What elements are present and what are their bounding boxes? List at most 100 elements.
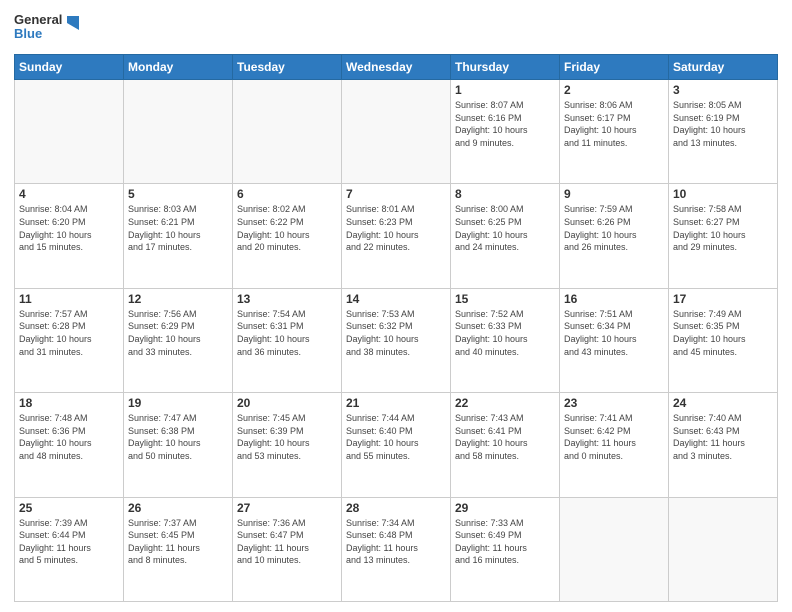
logo-svg: GeneralBlue	[14, 10, 82, 46]
day-number: 25	[19, 501, 119, 515]
svg-text:Blue: Blue	[14, 26, 42, 41]
day-info: Sunrise: 7:52 AM Sunset: 6:33 PM Dayligh…	[455, 308, 555, 358]
calendar-cell: 12 Sunrise: 7:56 AM Sunset: 6:29 PM Dayli…	[124, 288, 233, 392]
day-number: 10	[673, 187, 773, 201]
day-number: 15	[455, 292, 555, 306]
day-number: 20	[237, 396, 337, 410]
header: GeneralBlue	[14, 10, 778, 46]
calendar-cell: 7 Sunrise: 8:01 AM Sunset: 6:23 PM Daylig…	[342, 184, 451, 288]
day-number: 3	[673, 83, 773, 97]
calendar-cell: 11Sunrise: 7:57 AM Sunset: 6:28 PM Dayli…	[15, 288, 124, 392]
day-header-monday: Monday	[124, 55, 233, 80]
day-info: Sunrise: 8:01 AM Sunset: 6:23 PM Dayligh…	[346, 203, 446, 253]
logo: GeneralBlue	[14, 10, 82, 46]
day-header-wednesday: Wednesday	[342, 55, 451, 80]
day-info: Sunrise: 8:00 AM Sunset: 6:25 PM Dayligh…	[455, 203, 555, 253]
day-number: 19	[128, 396, 228, 410]
day-number: 18	[19, 396, 119, 410]
calendar-cell: 4Sunrise: 8:04 AM Sunset: 6:20 PM Daylig…	[15, 184, 124, 288]
day-number: 7	[346, 187, 446, 201]
day-info: Sunrise: 7:39 AM Sunset: 6:44 PM Dayligh…	[19, 517, 119, 567]
day-info: Sunrise: 7:34 AM Sunset: 6:48 PM Dayligh…	[346, 517, 446, 567]
day-header-saturday: Saturday	[669, 55, 778, 80]
calendar-cell: 23Sunrise: 7:41 AM Sunset: 6:42 PM Dayli…	[560, 393, 669, 497]
day-info: Sunrise: 7:41 AM Sunset: 6:42 PM Dayligh…	[564, 412, 664, 462]
day-info: Sunrise: 7:43 AM Sunset: 6:41 PM Dayligh…	[455, 412, 555, 462]
day-number: 24	[673, 396, 773, 410]
day-info: Sunrise: 7:59 AM Sunset: 6:26 PM Dayligh…	[564, 203, 664, 253]
day-number: 29	[455, 501, 555, 515]
calendar-cell: 9 Sunrise: 7:59 AM Sunset: 6:26 PM Daylig…	[560, 184, 669, 288]
calendar-cell: 14 Sunrise: 7:53 AM Sunset: 6:32 PM Dayli…	[342, 288, 451, 392]
calendar-cell: 29 Sunrise: 7:33 AM Sunset: 6:49 PM Dayli…	[451, 497, 560, 601]
day-info: Sunrise: 7:53 AM Sunset: 6:32 PM Dayligh…	[346, 308, 446, 358]
calendar-cell: 8 Sunrise: 8:00 AM Sunset: 6:25 PM Daylig…	[451, 184, 560, 288]
day-number: 8	[455, 187, 555, 201]
day-info: Sunrise: 7:33 AM Sunset: 6:49 PM Dayligh…	[455, 517, 555, 567]
day-info: Sunrise: 7:44 AM Sunset: 6:40 PM Dayligh…	[346, 412, 446, 462]
calendar-cell: 25 Sunrise: 7:39 AM Sunset: 6:44 PM Dayli…	[15, 497, 124, 601]
day-info: Sunrise: 8:07 AM Sunset: 6:16 PM Dayligh…	[455, 99, 555, 149]
calendar-cell: 2 Sunrise: 8:06 AM Sunset: 6:17 PM Daylig…	[560, 80, 669, 184]
day-info: Sunrise: 7:47 AM Sunset: 6:38 PM Dayligh…	[128, 412, 228, 462]
day-header-tuesday: Tuesday	[233, 55, 342, 80]
day-number: 4	[19, 187, 119, 201]
calendar-cell: 3 Sunrise: 8:05 AM Sunset: 6:19 PM Daylig…	[669, 80, 778, 184]
day-number: 12	[128, 292, 228, 306]
calendar-cell: 1 Sunrise: 8:07 AM Sunset: 6:16 PM Daylig…	[451, 80, 560, 184]
calendar-cell: 28 Sunrise: 7:34 AM Sunset: 6:48 PM Dayli…	[342, 497, 451, 601]
day-info: Sunrise: 8:03 AM Sunset: 6:21 PM Dayligh…	[128, 203, 228, 253]
day-number: 16	[564, 292, 664, 306]
calendar-cell	[669, 497, 778, 601]
day-number: 6	[237, 187, 337, 201]
day-info: Sunrise: 7:51 AM Sunset: 6:34 PM Dayligh…	[564, 308, 664, 358]
day-info: Sunrise: 8:06 AM Sunset: 6:17 PM Dayligh…	[564, 99, 664, 149]
calendar-cell: 27 Sunrise: 7:36 AM Sunset: 6:47 PM Dayli…	[233, 497, 342, 601]
calendar-week-1: 4Sunrise: 8:04 AM Sunset: 6:20 PM Daylig…	[15, 184, 778, 288]
calendar-body: 1 Sunrise: 8:07 AM Sunset: 6:16 PM Daylig…	[15, 80, 778, 602]
calendar-cell	[124, 80, 233, 184]
calendar-header: SundayMondayTuesdayWednesdayThursdayFrid…	[15, 55, 778, 80]
calendar-week-2: 11Sunrise: 7:57 AM Sunset: 6:28 PM Dayli…	[15, 288, 778, 392]
day-header-sunday: Sunday	[15, 55, 124, 80]
day-number: 26	[128, 501, 228, 515]
calendar-cell: 17Sunrise: 7:49 AM Sunset: 6:35 PM Dayli…	[669, 288, 778, 392]
day-info: Sunrise: 7:36 AM Sunset: 6:47 PM Dayligh…	[237, 517, 337, 567]
calendar-cell: 18Sunrise: 7:48 AM Sunset: 6:36 PM Dayli…	[15, 393, 124, 497]
day-number: 11	[19, 292, 119, 306]
day-number: 2	[564, 83, 664, 97]
calendar-cell: 20 Sunrise: 7:45 AM Sunset: 6:39 PM Dayli…	[233, 393, 342, 497]
page: GeneralBlue SundayMondayTuesdayWednesday…	[0, 0, 792, 612]
day-header-friday: Friday	[560, 55, 669, 80]
calendar-cell	[233, 80, 342, 184]
day-info: Sunrise: 8:02 AM Sunset: 6:22 PM Dayligh…	[237, 203, 337, 253]
day-number: 27	[237, 501, 337, 515]
day-number: 17	[673, 292, 773, 306]
calendar-cell	[342, 80, 451, 184]
day-number: 28	[346, 501, 446, 515]
day-info: Sunrise: 7:56 AM Sunset: 6:29 PM Dayligh…	[128, 308, 228, 358]
calendar-week-3: 18Sunrise: 7:48 AM Sunset: 6:36 PM Dayli…	[15, 393, 778, 497]
calendar-cell: 21 Sunrise: 7:44 AM Sunset: 6:40 PM Dayli…	[342, 393, 451, 497]
calendar-cell: 6 Sunrise: 8:02 AM Sunset: 6:22 PM Daylig…	[233, 184, 342, 288]
calendar-cell	[15, 80, 124, 184]
day-number: 13	[237, 292, 337, 306]
day-number: 22	[455, 396, 555, 410]
calendar-cell: 16 Sunrise: 7:51 AM Sunset: 6:34 PM Dayli…	[560, 288, 669, 392]
calendar-cell: 13 Sunrise: 7:54 AM Sunset: 6:31 PM Dayli…	[233, 288, 342, 392]
day-number: 1	[455, 83, 555, 97]
calendar-cell	[560, 497, 669, 601]
calendar-table: SundayMondayTuesdayWednesdayThursdayFrid…	[14, 54, 778, 602]
day-info: Sunrise: 7:40 AM Sunset: 6:43 PM Dayligh…	[673, 412, 773, 462]
svg-text:General: General	[14, 12, 62, 27]
day-number: 14	[346, 292, 446, 306]
day-number: 9	[564, 187, 664, 201]
day-number: 5	[128, 187, 228, 201]
calendar-week-4: 25 Sunrise: 7:39 AM Sunset: 6:44 PM Dayli…	[15, 497, 778, 601]
day-info: Sunrise: 7:54 AM Sunset: 6:31 PM Dayligh…	[237, 308, 337, 358]
calendar-cell: 19 Sunrise: 7:47 AM Sunset: 6:38 PM Dayli…	[124, 393, 233, 497]
day-info: Sunrise: 7:45 AM Sunset: 6:39 PM Dayligh…	[237, 412, 337, 462]
day-info: Sunrise: 8:05 AM Sunset: 6:19 PM Dayligh…	[673, 99, 773, 149]
calendar-cell: 22 Sunrise: 7:43 AM Sunset: 6:41 PM Dayli…	[451, 393, 560, 497]
day-number: 21	[346, 396, 446, 410]
